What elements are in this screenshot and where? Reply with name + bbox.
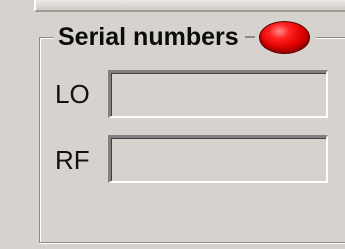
rf-serial-field[interactable] xyxy=(108,135,328,183)
groupbox-title: Serial numbers xyxy=(58,22,239,51)
window: Serial numbers LO RF xyxy=(0,0,345,249)
legend-divider xyxy=(244,36,255,38)
red-led-icon xyxy=(258,20,310,54)
lo-serial-field[interactable] xyxy=(108,70,328,118)
top-panel-edge xyxy=(34,0,345,12)
groupbox-legend: Serial numbers xyxy=(54,18,316,56)
rf-label: RF xyxy=(55,145,90,175)
lo-label: LO xyxy=(55,79,90,109)
